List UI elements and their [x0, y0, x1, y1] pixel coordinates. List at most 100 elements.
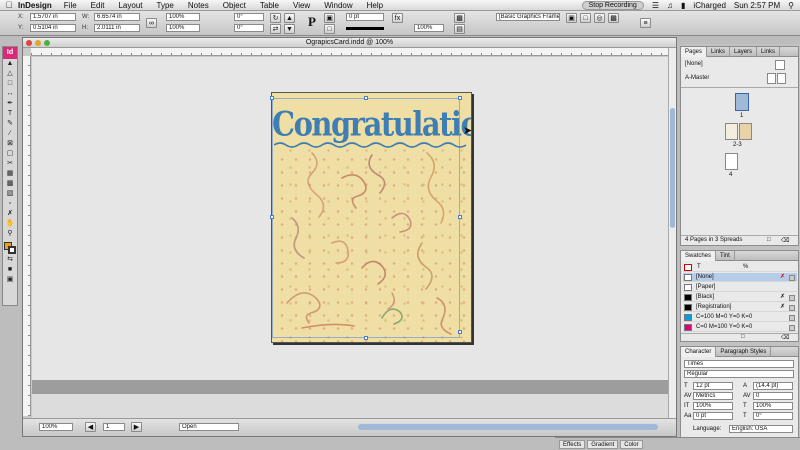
- swatch-cyan[interactable]: C=100 M=0 Y=0 K=0: [696, 313, 752, 322]
- spotlight-icon[interactable]: ⚲: [788, 1, 794, 10]
- battery-icon[interactable]: ▮: [681, 1, 685, 10]
- frame-handle[interactable]: [364, 96, 368, 100]
- new-swatch-icon[interactable]: □: [741, 334, 745, 340]
- menu-notes[interactable]: Notes: [188, 1, 209, 10]
- none-master-thumb[interactable]: [775, 60, 785, 70]
- gap-tool-icon[interactable]: ↔: [3, 89, 17, 99]
- stroke-swatch-icon[interactable]: □: [324, 24, 335, 34]
- menu-layout[interactable]: Layout: [118, 1, 142, 10]
- status-field[interactable]: Open: [179, 423, 239, 431]
- swatch-magenta[interactable]: C=0 M=100 Y=0 K=0: [696, 323, 752, 332]
- a-master-thumb-right[interactable]: [777, 73, 786, 84]
- first-page-icon[interactable]: ◀: [85, 422, 96, 432]
- a-master-thumb-left[interactable]: [767, 73, 776, 84]
- scale-x-field[interactable]: 100%: [166, 13, 200, 21]
- vertical-scale-field[interactable]: 100%: [693, 402, 733, 410]
- width-field[interactable]: 6.6574 in: [94, 13, 140, 21]
- frame-handle[interactable]: [458, 330, 462, 334]
- next-page-icon[interactable]: ▶: [131, 422, 142, 432]
- note-tool-icon[interactable]: ▫: [3, 199, 17, 209]
- font-size-field[interactable]: 12 pt: [693, 382, 733, 390]
- gradient-swatch-tool-icon[interactable]: ▩: [3, 179, 17, 189]
- rotate-90-icon[interactable]: ↻: [270, 13, 281, 23]
- horizontal-scale-field[interactable]: 100%: [753, 402, 793, 410]
- menu-edit[interactable]: Edit: [91, 1, 105, 10]
- stroke-weight-field[interactable]: 0 pt: [346, 13, 384, 21]
- swap-colors-icon[interactable]: ⇆: [3, 255, 17, 265]
- page-3-thumb[interactable]: [739, 123, 752, 140]
- font-style-field[interactable]: Regular: [684, 370, 794, 378]
- flip-icon[interactable]: ⇄: [270, 24, 281, 34]
- tab-swatches[interactable]: Swatches: [681, 250, 717, 261]
- a-master-label[interactable]: A-Master: [685, 75, 709, 81]
- menu-file[interactable]: File: [64, 1, 77, 10]
- shadow-icon[interactable]: ▩: [454, 13, 465, 23]
- tab-links-2[interactable]: Links: [757, 46, 781, 57]
- frame-handle[interactable]: [270, 215, 274, 219]
- skew-field[interactable]: 0°: [753, 412, 793, 420]
- tab-effects[interactable]: Effects: [559, 439, 586, 449]
- menu-type[interactable]: Type: [157, 1, 174, 10]
- kerning-field[interactable]: Metrics: [693, 392, 733, 400]
- baseline-shift-field[interactable]: 0 pt: [693, 412, 733, 420]
- user-name[interactable]: iCharged: [693, 1, 725, 10]
- frame-handle[interactable]: [270, 96, 274, 100]
- page-4-thumb[interactable]: [725, 153, 738, 170]
- wifi-icon[interactable]: ☰: [652, 1, 659, 10]
- swatch-black[interactable]: [Black]: [696, 293, 714, 302]
- pen-tool-icon[interactable]: ✒: [3, 99, 17, 109]
- menu-app-name[interactable]: InDesign: [18, 1, 52, 10]
- fit-frame-icon[interactable]: □: [580, 13, 591, 23]
- card-page[interactable]: Congratulations: [271, 92, 472, 343]
- direct-selection-tool-icon[interactable]: △: [3, 69, 17, 79]
- rectangle-frame-tool-icon[interactable]: ⊠: [3, 139, 17, 149]
- tint-value[interactable]: %: [743, 263, 748, 272]
- fill-proportionally-icon[interactable]: ▩: [608, 13, 619, 23]
- language-field[interactable]: English: USA: [729, 425, 793, 433]
- horizontal-ruler[interactable]: [31, 48, 669, 56]
- document-title-bar[interactable]: OgrapicsCard.indd @ 100%: [23, 38, 676, 48]
- gradient-feather-tool-icon[interactable]: ▧: [3, 189, 17, 199]
- none-master-label[interactable]: [None]: [685, 61, 703, 67]
- swatch-none[interactable]: [None]: [696, 273, 714, 282]
- constrain-proportions-icon[interactable]: ∞: [146, 18, 157, 28]
- fill-stroke-mini-icon[interactable]: [684, 264, 692, 271]
- selection-tool-icon[interactable]: ▲: [3, 59, 17, 69]
- scissors-tool-icon[interactable]: ✂: [3, 159, 17, 169]
- menu-help[interactable]: Help: [367, 1, 383, 10]
- new-page-icon[interactable]: □: [767, 237, 771, 243]
- select-container-icon[interactable]: ▲: [284, 13, 295, 23]
- select-content-icon[interactable]: ▼: [284, 24, 295, 34]
- x-field[interactable]: 1.5707 in: [30, 13, 76, 21]
- horizontal-scroll-thumb[interactable]: [358, 424, 658, 430]
- menu-view[interactable]: View: [293, 1, 310, 10]
- tab-character[interactable]: Character: [681, 346, 717, 357]
- menu-table[interactable]: Table: [260, 1, 279, 10]
- leading-field[interactable]: (14.4 pt): [753, 382, 793, 390]
- fill-stroke-icon[interactable]: [3, 241, 17, 255]
- page-tool-icon[interactable]: □: [3, 79, 17, 89]
- hand-tool-icon[interactable]: ✋: [3, 219, 17, 229]
- tab-color[interactable]: Color: [620, 439, 643, 449]
- clock[interactable]: Sun 2:57 PM: [734, 1, 780, 10]
- apply-color-icon[interactable]: ■: [3, 265, 17, 275]
- apple-menu-icon[interactable]: : [0, 0, 18, 10]
- free-transform-tool-icon[interactable]: ▦: [3, 169, 17, 179]
- scale-y-field[interactable]: 100%: [166, 24, 200, 32]
- zoom-field[interactable]: 100%: [39, 423, 73, 431]
- height-field[interactable]: 2.0111 in: [94, 24, 140, 32]
- swatch-registration[interactable]: [Registration]: [696, 303, 731, 312]
- rotate-field[interactable]: 0°: [234, 13, 264, 21]
- flip-p-icon[interactable]: P: [308, 14, 316, 30]
- text-wrap-icon[interactable]: ▤: [454, 24, 465, 34]
- minimize-window-icon[interactable]: [35, 40, 41, 46]
- close-window-icon[interactable]: [26, 40, 32, 46]
- tab-layers[interactable]: Layers: [730, 46, 758, 57]
- panel-menu-icon[interactable]: ≡: [640, 18, 651, 28]
- page-number-field[interactable]: 1: [103, 423, 125, 431]
- menu-window[interactable]: Window: [324, 1, 352, 10]
- page-1-thumb[interactable]: [735, 93, 749, 111]
- zoom-tool-icon[interactable]: ⚲: [3, 229, 17, 239]
- page-2-thumb[interactable]: [725, 123, 738, 140]
- y-field[interactable]: 0.5104 in: [30, 24, 76, 32]
